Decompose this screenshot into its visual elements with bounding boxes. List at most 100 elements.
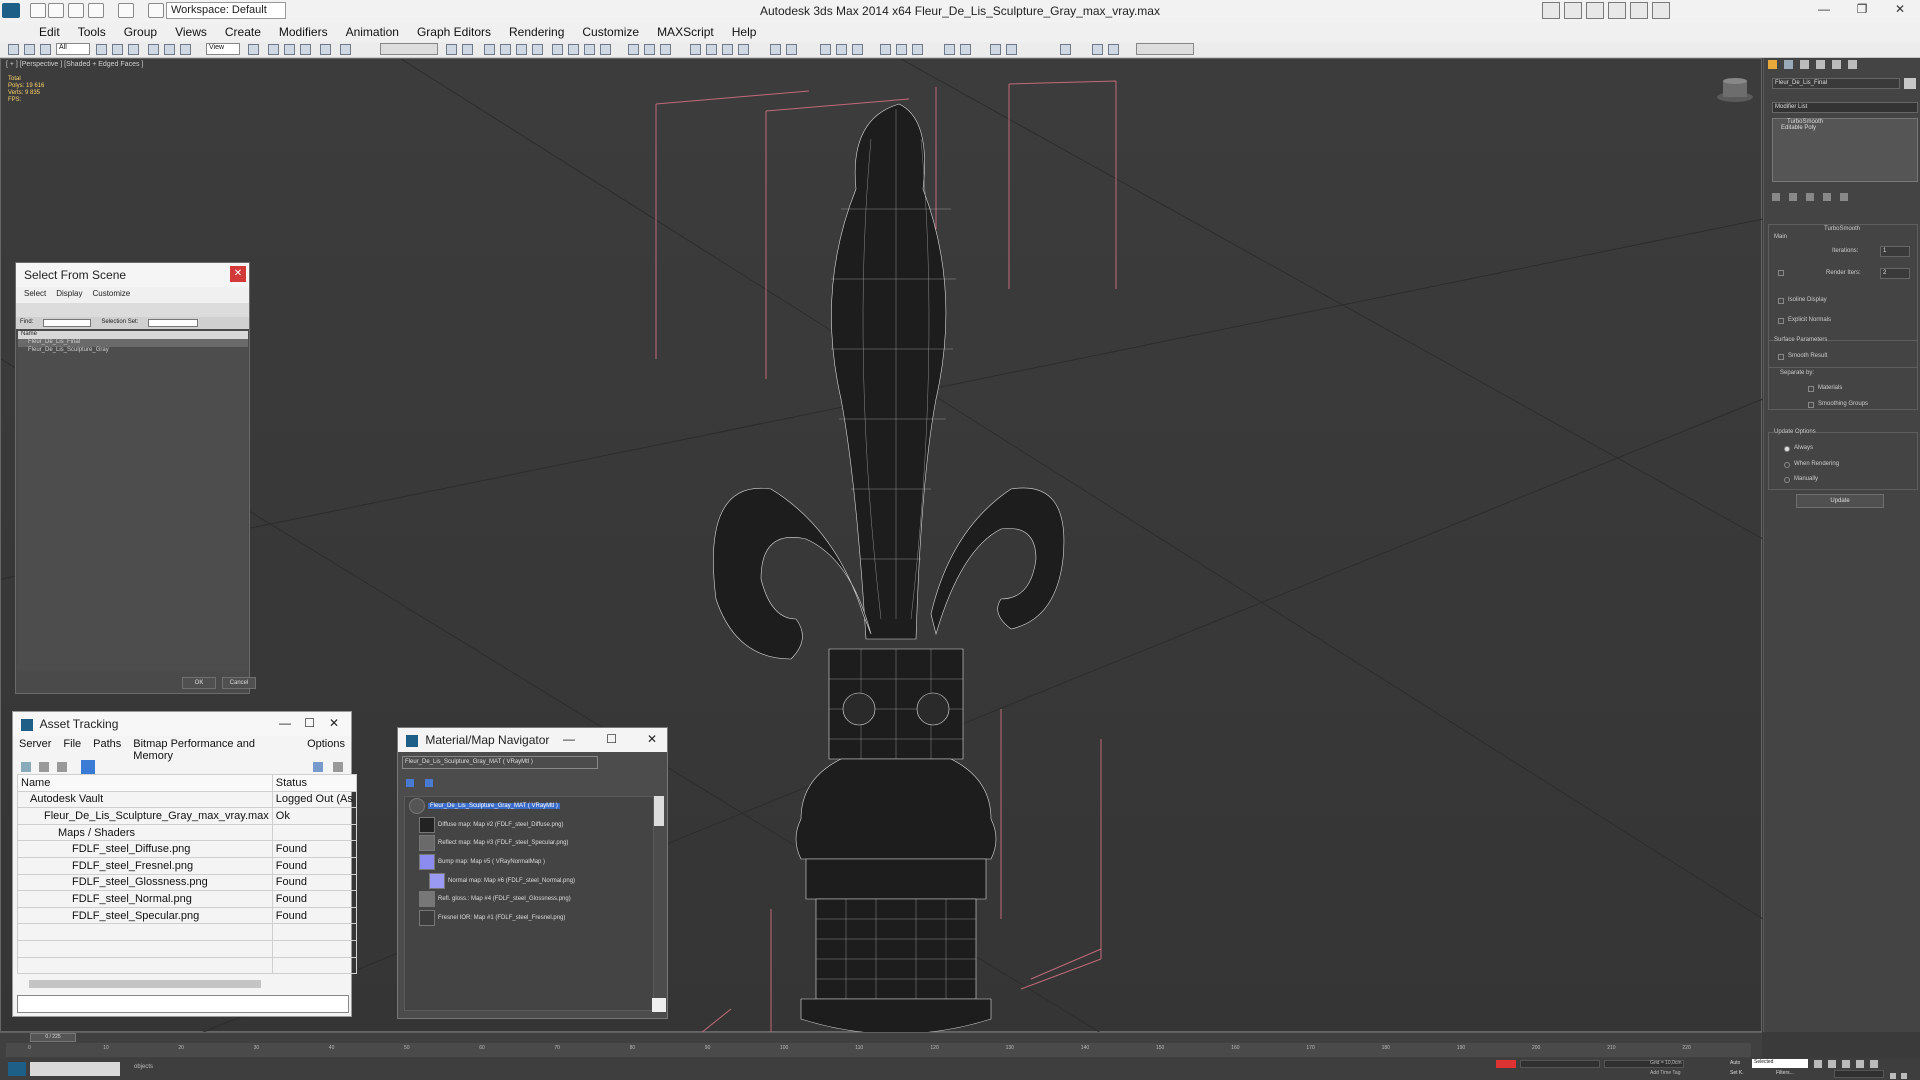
horizontal-scrollbar[interactable] xyxy=(29,980,261,988)
vray-physical-camera-icon[interactable] xyxy=(786,44,797,55)
zoom-icon[interactable] xyxy=(1890,1073,1896,1079)
menu-maxscript[interactable]: MAXScript xyxy=(648,22,723,42)
rollout-title[interactable]: TurboSmooth xyxy=(1824,226,1860,232)
material-editor-icon[interactable] xyxy=(552,44,563,55)
always-radio[interactable] xyxy=(1784,446,1790,452)
vray-fur-icon[interactable] xyxy=(738,44,749,55)
menu-modifiers[interactable]: Modifiers xyxy=(270,22,337,42)
mirror-icon[interactable] xyxy=(446,44,457,55)
isolate-icon[interactable] xyxy=(960,44,971,55)
vray-tools-icon[interactable] xyxy=(880,44,891,55)
table-row[interactable]: FDLF_steel_Glossness.png Found xyxy=(17,873,357,892)
modifier-list-dropdown[interactable]: Modifier List xyxy=(1772,102,1918,113)
rotate-icon[interactable] xyxy=(164,44,175,55)
remove-modifier-icon[interactable] xyxy=(1823,193,1832,201)
vray-proxy-icon[interactable] xyxy=(722,44,733,55)
menu-rendering[interactable]: Rendering xyxy=(500,22,573,42)
tree-item-map[interactable]: Bump map: Map #5 ( VRayNormalMap ) xyxy=(405,853,653,872)
selection-region-icon[interactable] xyxy=(128,44,139,55)
stack-item-editable-poly[interactable]: Editable Poly xyxy=(1773,125,1917,131)
menu-customize[interactable]: Customize xyxy=(573,22,648,42)
menu-paths[interactable]: Paths xyxy=(93,738,121,752)
vray-properties-icon[interactable] xyxy=(852,44,863,55)
tree-item-map[interactable]: Refl. gloss.: Map #4 (FDLF_steel_Glossne… xyxy=(405,890,653,909)
cancel-button[interactable]: Cancel xyxy=(222,677,256,689)
table-view-icon[interactable] xyxy=(81,760,95,774)
isoline-checkbox[interactable] xyxy=(1778,298,1784,304)
selection-set-dropdown[interactable] xyxy=(148,319,199,327)
close-icon[interactable]: ✕ xyxy=(647,732,657,746)
snapshot-icon[interactable] xyxy=(1060,44,1071,55)
update-button[interactable]: Update xyxy=(1796,494,1884,508)
restore-button[interactable]: ❐ xyxy=(1848,2,1876,19)
explicit-normals-checkbox[interactable] xyxy=(1778,318,1784,324)
object-color-swatch[interactable] xyxy=(1904,78,1916,89)
time-slider[interactable]: 0 / 225 0 10 20 30 40 50 60 70 80 90 100 110 120 130 1… xyxy=(0,1032,1762,1058)
checkout-icon[interactable] xyxy=(39,762,49,772)
scale-icon[interactable] xyxy=(180,44,191,55)
vray-displacement-icon[interactable] xyxy=(836,44,847,55)
align-icon[interactable] xyxy=(462,44,473,55)
tree-item-material[interactable]: Fleur_De_Lis_Sculpture_Gray_MAT ( VRayMt… xyxy=(405,797,653,816)
table-row[interactable]: FDLF_steel_Fresnel.png Found xyxy=(17,856,357,875)
menu-customize[interactable]: Customize xyxy=(92,289,130,301)
maxscript-mini-listener[interactable] xyxy=(30,1062,120,1076)
minimize-button[interactable]: — xyxy=(1810,2,1838,19)
icon-view-icon[interactable] xyxy=(425,779,434,787)
vray-sphere-icon[interactable] xyxy=(690,44,701,55)
tree-item-map[interactable]: Fresnel IOR: Map #1 (FDLF_steel_Fresnel.… xyxy=(405,909,653,928)
auto-key-button[interactable]: Auto xyxy=(1730,1060,1740,1066)
tree-item-map[interactable]: Diffuse map: Map #2 (FDLF_steel_Diffuse.… xyxy=(405,816,653,835)
ok-button[interactable]: OK xyxy=(182,677,216,689)
list-view-icon[interactable] xyxy=(406,779,414,787)
maximize-icon[interactable]: ☐ xyxy=(606,732,617,746)
edit-named-selection-icon[interactable] xyxy=(340,44,351,55)
star-icon[interactable] xyxy=(1630,2,1648,19)
selection-filter-dropdown[interactable]: All xyxy=(56,43,90,55)
vray-scene-converter-icon[interactable] xyxy=(896,44,907,55)
vray-sun-icon[interactable] xyxy=(770,44,781,55)
go-to-end-icon[interactable] xyxy=(1870,1060,1879,1068)
material-name-field[interactable]: Fleur_De_Lis_Sculpture_Gray_MAT ( VRayMt… xyxy=(402,756,598,769)
help-icon[interactable] xyxy=(313,762,323,772)
play-icon[interactable] xyxy=(1842,1060,1851,1068)
menu-create[interactable]: Create xyxy=(216,22,270,42)
table-row[interactable]: FDLF_steel_Normal.png Found xyxy=(17,890,357,908)
table-row[interactable]: Fleur_De_Lis_Sculpture_Gray_max_vray.max… xyxy=(17,807,357,825)
key-filters-button[interactable]: Filters... xyxy=(1776,1070,1794,1076)
when-rendering-radio[interactable] xyxy=(1784,462,1790,468)
custom-tool-icon[interactable] xyxy=(1092,44,1103,55)
tree-item-map[interactable]: Reflect map: Map #3 (FDLF_steel_Specular… xyxy=(405,834,653,853)
close-icon[interactable]: ✕ xyxy=(230,266,246,282)
find-input[interactable] xyxy=(43,319,92,327)
search-icon[interactable] xyxy=(1542,2,1560,19)
smooth-result-checkbox[interactable] xyxy=(1778,354,1784,360)
menu-select[interactable]: Select xyxy=(24,289,46,301)
go-to-start-icon[interactable] xyxy=(1814,1060,1822,1068)
lock-selection-icon[interactable] xyxy=(1496,1060,1516,1068)
menu-file[interactable]: File xyxy=(63,738,81,752)
column-header-name[interactable]: Name xyxy=(17,774,273,792)
menu-group[interactable]: Group xyxy=(115,22,166,42)
viewcube[interactable] xyxy=(1714,70,1754,104)
lock-icon[interactable] xyxy=(944,44,955,55)
vertical-scrollbar[interactable] xyxy=(654,796,664,826)
refresh-icon[interactable] xyxy=(21,762,31,772)
binoculars-icon[interactable] xyxy=(1564,2,1582,19)
time-slider-handle[interactable]: 0 / 225 xyxy=(30,1033,76,1042)
layer-manager-icon[interactable] xyxy=(484,44,495,55)
minimize-icon[interactable]: — xyxy=(563,732,575,746)
schematic-view-icon[interactable] xyxy=(532,44,543,55)
manually-radio[interactable] xyxy=(1784,477,1790,483)
render-iterative-icon[interactable] xyxy=(1006,44,1017,55)
close-icon[interactable]: ✕ xyxy=(329,716,339,730)
next-frame-icon[interactable] xyxy=(1856,1060,1865,1068)
snaps-toggle-icon[interactable] xyxy=(268,44,279,55)
extra-dropdown[interactable] xyxy=(1136,43,1194,55)
close-button[interactable]: ✕ xyxy=(1886,2,1914,19)
vray-light-icon[interactable] xyxy=(660,44,671,55)
maxscript-listener-icon[interactable] xyxy=(8,1062,26,1076)
viewport-label[interactable]: [ + ] [Perspective ] [Shaded + Edged Fac… xyxy=(6,61,143,68)
pan-icon[interactable] xyxy=(1901,1073,1908,1079)
table-row[interactable]: FDLF_steel_Specular.png Found xyxy=(17,906,357,925)
